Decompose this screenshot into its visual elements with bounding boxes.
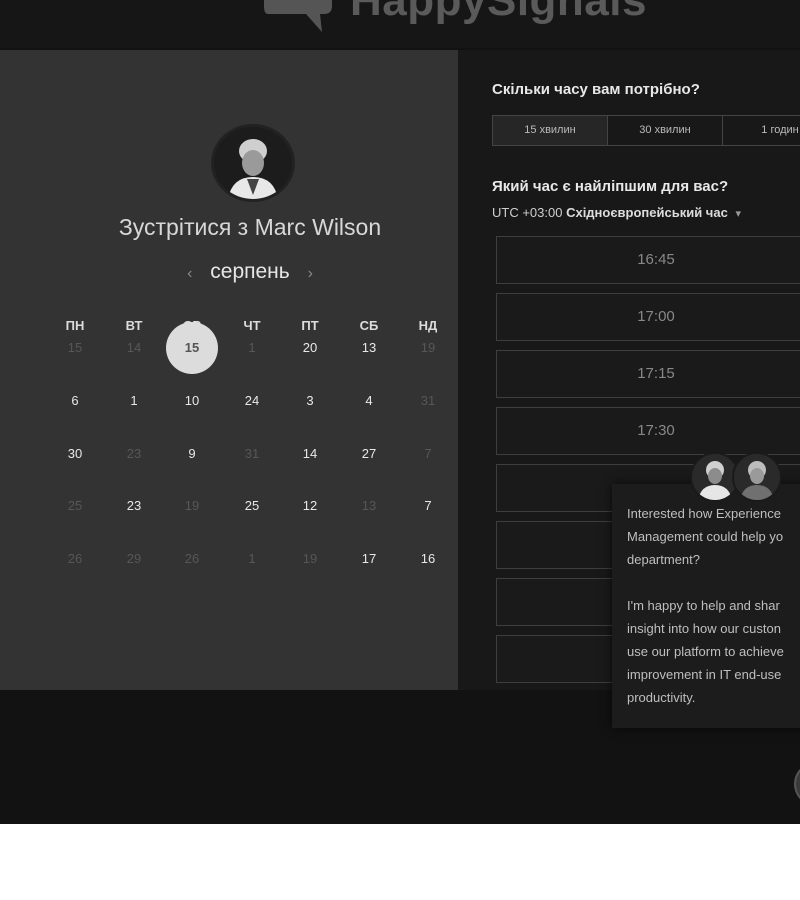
time-slot[interactable]: 17:15 — [496, 350, 800, 398]
calendar-day[interactable]: 7 — [408, 496, 448, 516]
calendar-day: 7 — [424, 446, 432, 461]
calendar-day[interactable]: 13 — [349, 338, 389, 358]
chat-line: I'm happy to help and shar — [627, 598, 780, 613]
calendar-day[interactable]: 17 — [349, 549, 389, 569]
calendar-day: 31 — [244, 446, 260, 461]
duration-tabs: 15 хвилин 30 хвилин 1 годин — [492, 115, 800, 146]
duration-question: Скільки часу вам потрібно? — [492, 81, 700, 98]
month-navigation: ‹ серпень › — [0, 260, 500, 284]
calendar-day[interactable]: 9 — [172, 444, 212, 464]
calendar-day: 15 — [67, 340, 83, 355]
calendar-day[interactable]: 1 — [114, 391, 154, 411]
calendar-day[interactable]: 3 — [290, 391, 330, 411]
chat-launcher-button[interactable] — [794, 762, 800, 806]
month-label: серпень — [210, 260, 290, 283]
time-slot[interactable]: 16:45 — [496, 236, 800, 284]
chat-line: Interested how Experience — [627, 506, 781, 521]
calendar-day: 13 — [361, 498, 377, 513]
calendar-day[interactable]: 10 — [172, 391, 212, 411]
weekday-label: СБ — [359, 318, 379, 333]
person-icon — [214, 127, 292, 199]
chat-line: Management could help yo — [627, 529, 784, 544]
chat-agent-avatar — [732, 452, 782, 502]
chat-line: productivity. — [627, 690, 696, 705]
header: HappySignals — [0, 0, 800, 48]
weekday-label: ЧТ — [243, 318, 261, 333]
calendar-day[interactable]: 25 — [232, 496, 272, 516]
calendar-day[interactable]: 23 — [114, 496, 154, 516]
chat-line: use our platform to achieve — [627, 644, 784, 659]
calendar-day: 19 — [420, 340, 436, 355]
chevron-right-icon[interactable]: › — [296, 265, 325, 282]
chevron-left-icon[interactable]: ‹ — [175, 265, 204, 282]
calendar-panel: Зустрітися з Marc Wilson ‹ серпень › ПН В… — [0, 50, 458, 690]
logo-text: HappySignals — [350, 0, 647, 25]
calendar-day[interactable]: 4 — [349, 391, 389, 411]
calendar-day-selected[interactable]: 15 — [166, 322, 218, 374]
calendar-day: 1 — [248, 551, 256, 566]
caret-down-icon: ▾ — [735, 208, 741, 220]
calendar-day: 19 — [302, 551, 318, 566]
calendar-day[interactable]: 16 — [408, 549, 448, 569]
chat-message: Interested how Experience Management cou… — [627, 502, 800, 709]
calendar-day: 1 — [248, 340, 256, 355]
calendar-day: 31 — [420, 393, 436, 408]
timezone-select[interactable]: UTC +03:00 Східноєвропейський час ▾ — [492, 205, 741, 220]
calendar-day[interactable]: 20 — [290, 338, 330, 358]
chat-line: insight into how our custon — [627, 621, 781, 636]
calendar-day: 25 — [67, 498, 83, 513]
chat-line: department? — [627, 552, 700, 567]
calendar-day: 23 — [126, 446, 142, 461]
chat-popup[interactable]: Interested how Experience Management cou… — [612, 484, 800, 728]
calendar-day: 19 — [184, 498, 200, 513]
duration-tab-15[interactable]: 15 хвилин — [493, 116, 608, 145]
calendar-day[interactable]: 30 — [55, 444, 95, 464]
calendar-day: 14 — [126, 340, 142, 355]
calendar-day: 29 — [126, 551, 142, 566]
calendar-day[interactable]: 6 — [55, 391, 95, 411]
calendar-day[interactable]: 27 — [349, 444, 389, 464]
time-question: Який час є найліпшим для вас? — [492, 178, 729, 195]
timezone-offset: UTC +03:00 — [492, 205, 563, 220]
weekday-label: НД — [418, 318, 438, 333]
calendar-day[interactable]: 14 — [290, 444, 330, 464]
weekday-label: ПН — [65, 318, 85, 333]
time-slot[interactable]: 17:30 — [496, 407, 800, 455]
timezone-name: Східноєвропейський час — [566, 205, 728, 220]
logo-icon — [264, 0, 332, 32]
calendar-day[interactable]: 24 — [232, 391, 272, 411]
chat-line: improvement in IT end-use — [627, 667, 782, 682]
weekday-label: ВТ — [125, 318, 143, 333]
duration-tab-30[interactable]: 30 хвилин — [608, 116, 723, 145]
weekday-label: ПТ — [301, 318, 319, 333]
duration-tab-60[interactable]: 1 годин — [723, 116, 800, 145]
calendar-day[interactable]: 12 — [290, 496, 330, 516]
calendar-day: 26 — [67, 551, 83, 566]
host-avatar — [211, 124, 295, 202]
meeting-title: Зустрітися з Marc Wilson — [118, 214, 382, 240]
calendar-day: 26 — [184, 551, 200, 566]
person-icon — [740, 461, 774, 500]
time-slot[interactable]: 17:00 — [496, 293, 800, 341]
app-window: HappySignals Зустрітися з Marc Wilson ‹ … — [0, 0, 800, 824]
